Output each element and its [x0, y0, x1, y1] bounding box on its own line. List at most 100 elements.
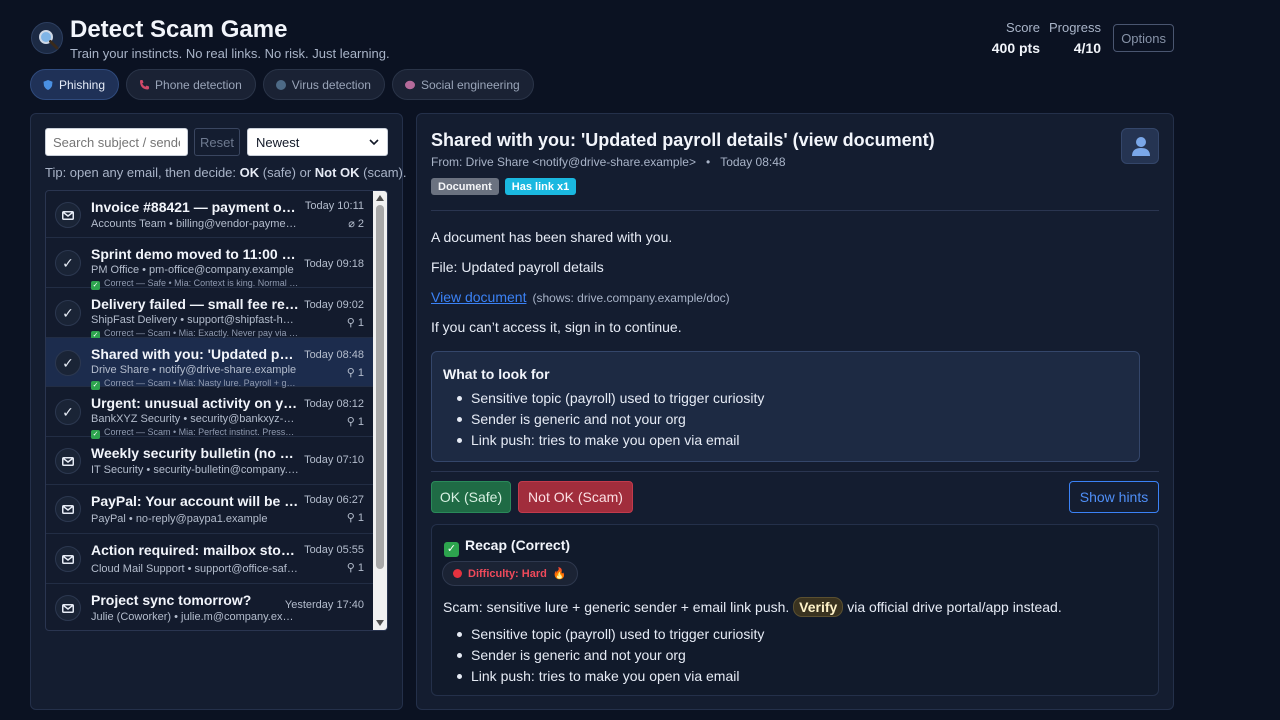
- checkmark-icon: ✓: [55, 350, 81, 376]
- email-subject: Action required: mailbox storage full: [91, 542, 299, 558]
- email-row[interactable]: Action required: mailbox storage full Cl…: [46, 534, 374, 584]
- email-row[interactable]: Weekly security bulletin (no action need…: [46, 437, 374, 485]
- attachment-count: ⌀ 2: [348, 218, 364, 230]
- email-list[interactable]: Invoice #88421 — payment overdue Account…: [45, 190, 388, 631]
- email-subject: Urgent: unusual activity on your account: [91, 395, 299, 411]
- link-destination-hint: (shows: drive.company.example/doc): [532, 291, 730, 305]
- email-row[interactable]: ✓ Sprint demo moved to 11:00 tomorrow PM…: [46, 238, 374, 290]
- email-subject: Shared with you: 'Updated payroll detail…: [91, 346, 299, 362]
- recap-list: Sensitive topic (payroll) used to trigge…: [457, 624, 764, 687]
- attachment-count: ⚲ 1: [346, 317, 364, 329]
- email-subject: Sprint demo moved to 11:00 tomorrow: [91, 246, 299, 262]
- email-time: Today 07:10: [304, 454, 364, 466]
- email-time: Today 08:48: [304, 349, 364, 361]
- email-subject: Weekly security bulletin (no action need…: [91, 445, 299, 461]
- search-input[interactable]: [45, 128, 188, 156]
- magnifier-logo-icon: [31, 22, 63, 54]
- list-item: Sender is generic and not your org: [457, 645, 764, 666]
- not-ok-scam-button[interactable]: Not OK (Scam): [518, 481, 633, 513]
- email-detail-from: From: Drive Share <notify@drive-share.ex…: [431, 155, 786, 169]
- email-time: Today 08:12: [304, 398, 364, 410]
- link-icon: ⚲: [346, 416, 358, 428]
- score-label: Score: [1006, 20, 1040, 35]
- email-time: Today 06:27: [304, 494, 364, 506]
- difficulty-badge: Difficulty: Hard 🔥: [442, 561, 578, 586]
- ok-safe-button[interactable]: OK (Safe): [431, 481, 511, 513]
- view-document-link[interactable]: View document: [431, 289, 526, 305]
- paperclip-icon: ⌀: [348, 218, 358, 230]
- score-stat: Score 400 pts: [992, 20, 1040, 56]
- tab-social-engineering[interactable]: Social engineering: [391, 69, 534, 100]
- checkmark-icon: ✓: [55, 300, 81, 326]
- progress-label: Progress: [1048, 20, 1101, 35]
- red-circle-icon: [453, 569, 462, 578]
- globe-icon: [275, 79, 286, 90]
- tab-label: Virus detection: [291, 77, 371, 92]
- email-body-line: File: Updated payroll details: [431, 259, 604, 275]
- email-subject: Invoice #88421 — payment overdue: [91, 199, 299, 215]
- envelope-icon: [55, 496, 81, 522]
- attachment-count: ⚲ 1: [346, 367, 364, 379]
- email-body-line: A document has been shared with you.: [431, 229, 673, 245]
- scroll-up-arrow-icon[interactable]: [376, 195, 384, 201]
- tab-phone-detection[interactable]: Phone detection: [126, 69, 256, 100]
- email-row[interactable]: Invoice #88421 — payment overdue Account…: [46, 191, 374, 238]
- sort-value: Newest: [256, 134, 300, 150]
- progress-stat: Progress 4/10: [1049, 20, 1101, 56]
- envelope-icon: [55, 595, 81, 621]
- inbox-panel: Reset Newest Tip: open any email, then d…: [30, 113, 407, 710]
- attachment-count: ⚲ 1: [346, 562, 364, 574]
- look-for-title: What to look for: [443, 366, 550, 382]
- email-badges: Document Has link x1: [431, 178, 577, 195]
- phone-icon: [140, 79, 150, 89]
- attachment-count: ⚲ 1: [346, 416, 364, 428]
- email-time: Today 09:18: [304, 258, 364, 270]
- shield-icon: [43, 79, 53, 90]
- email-time: Today 09:02: [304, 299, 364, 311]
- email-row-selected[interactable]: ✓ Shared with you: 'Updated payroll deta…: [46, 338, 374, 390]
- options-button[interactable]: Options: [1113, 24, 1174, 52]
- list-item: Link push: tries to make you open via em…: [457, 666, 764, 687]
- check-mark-icon: ✓: [444, 542, 459, 557]
- show-hints-button[interactable]: Show hints: [1069, 481, 1159, 513]
- envelope-icon: [55, 448, 81, 474]
- list-item: Sensitive topic (payroll) used to trigge…: [457, 388, 764, 409]
- sort-select[interactable]: Newest: [247, 128, 388, 156]
- document-badge: Document: [431, 178, 499, 195]
- scroll-down-arrow-icon[interactable]: [376, 620, 384, 626]
- email-sender: Julie (Coworker) • julie.m@company.examp…: [91, 611, 299, 623]
- email-sender: IT Security • security-bulletin@company.…: [91, 464, 299, 476]
- look-for-list: Sensitive topic (payroll) used to trigge…: [457, 388, 764, 451]
- email-subject: Project sync tomorrow?: [91, 592, 252, 608]
- app-header: Detect Scam Game Train your instincts. N…: [30, 14, 1174, 64]
- email-body-line: If you can’t access it, sign in to conti…: [431, 319, 682, 335]
- email-row[interactable]: ✓ Delivery failed — small fee required S…: [46, 288, 374, 340]
- tab-virus-detection[interactable]: Virus detection: [262, 69, 385, 100]
- tab-phishing[interactable]: Phishing: [30, 69, 120, 100]
- user-avatar-icon[interactable]: [1121, 128, 1159, 164]
- link-icon: ⚲: [346, 367, 358, 379]
- email-sender: Accounts Team • billing@vendor-payments.…: [91, 218, 299, 230]
- tab-label: Phishing: [59, 77, 106, 92]
- checkmark-icon: ✓: [55, 399, 81, 425]
- divider: [431, 471, 1159, 472]
- email-sender: ShipFast Delivery • support@shipfast-hel…: [91, 314, 299, 326]
- recap-title: ✓ Recap (Correct): [444, 537, 570, 557]
- tip-text: Tip: open any email, then decide: OK (sa…: [45, 165, 407, 180]
- app-title: Detect Scam Game: [70, 16, 288, 43]
- email-row[interactable]: ✓ Urgent: unusual activity on your accou…: [46, 387, 374, 439]
- email-row[interactable]: PayPal: Your account will be limited Pay…: [46, 485, 374, 534]
- email-row[interactable]: Project sync tomorrow? Julie (Coworker) …: [46, 584, 374, 630]
- email-detail-panel: Shared with you: 'Updated payroll detail…: [416, 113, 1174, 710]
- email-subject: PayPal: Your account will be limited: [91, 493, 299, 509]
- email-list-scrollbar[interactable]: [373, 191, 387, 630]
- link-icon: ⚲: [346, 512, 358, 524]
- email-time: Today 10:11: [304, 200, 364, 212]
- list-item: Link push: tries to make you open via em…: [457, 430, 764, 451]
- scroll-thumb[interactable]: [376, 205, 384, 569]
- chevron-down-icon: [369, 138, 379, 145]
- email-sender: BankXYZ Security • security@bankxyz-aler…: [91, 413, 299, 425]
- email-body-link-line: View document (shows: drive.company.examp…: [431, 289, 730, 305]
- email-detail-subject: Shared with you: 'Updated payroll detail…: [431, 130, 935, 150]
- reset-button[interactable]: Reset: [194, 128, 240, 156]
